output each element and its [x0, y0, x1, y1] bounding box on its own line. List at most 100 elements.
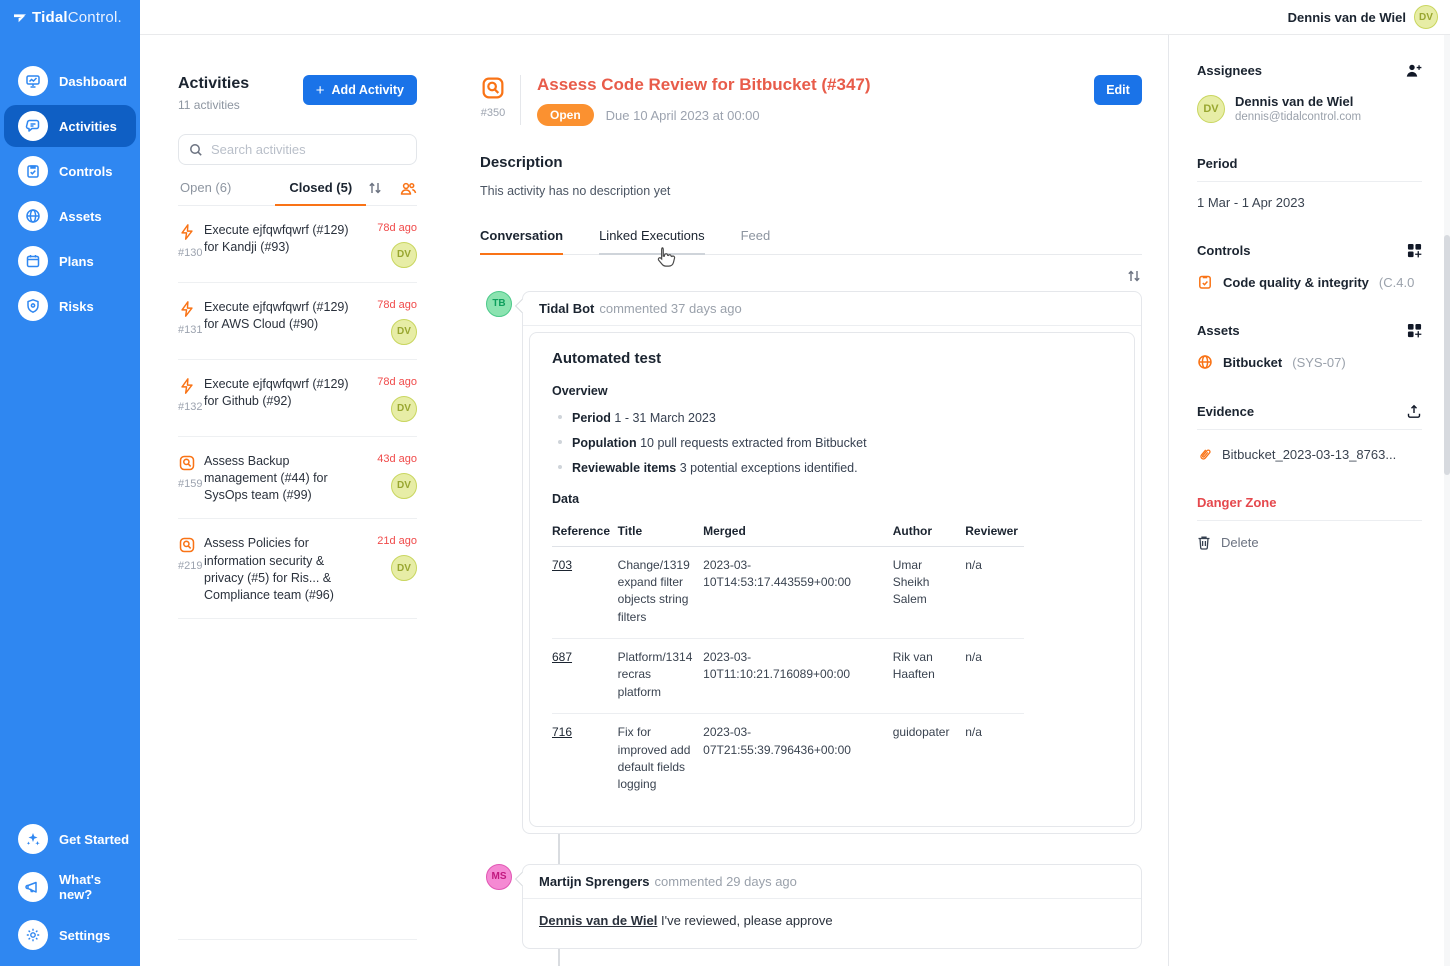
divider: [1197, 429, 1422, 430]
reference-link[interactable]: 703: [552, 558, 572, 572]
detail-title: Assess Code Review for Bitbucket (#347): [537, 75, 871, 95]
topbar-user-name: Dennis van de Wiel: [1288, 10, 1406, 25]
right-sidebar: Assignees DV Dennis van de Wiel dennis@t…: [1168, 35, 1450, 966]
add-assignee-icon[interactable]: [1405, 63, 1422, 78]
user-mention[interactable]: Dennis van de Wiel: [539, 913, 657, 928]
search-activities-input[interactable]: [211, 142, 406, 157]
upload-icon[interactable]: [1406, 403, 1422, 419]
period-heading: Period: [1197, 156, 1237, 171]
cell-title: Change/1319 expand filter objects string…: [618, 546, 703, 639]
tab-feed[interactable]: Feed: [741, 228, 771, 254]
assignees-section: Assignees DV Dennis van de Wiel dennis@t…: [1197, 63, 1422, 123]
activity-id: #131: [178, 324, 204, 336]
activity-list-item[interactable]: #159 Assess Backup management (#44) for …: [178, 437, 417, 520]
activity-id: #130: [178, 247, 204, 259]
add-activity-button[interactable]: + Add Activity: [303, 75, 417, 105]
evidence-item[interactable]: Bitbucket_2023-03-13_8763...: [1197, 446, 1422, 462]
activity-id: #219: [178, 560, 204, 572]
controls-heading: Controls: [1197, 243, 1250, 258]
activities-count: 11 activities: [178, 98, 249, 112]
sidebar-item-label: Assets: [59, 209, 102, 224]
sort-icon[interactable]: [367, 181, 383, 195]
sidebar-item-label: Risks: [59, 299, 94, 314]
activities-panel: Activities 11 activities + Add Activity: [140, 35, 452, 966]
sidebar-item-plans[interactable]: Plans: [4, 240, 136, 282]
sidebar-item-assets[interactable]: Assets: [4, 195, 136, 237]
cell-author: Umar Sheikh Salem: [893, 546, 966, 639]
sidebar-item-controls[interactable]: Controls: [4, 150, 136, 192]
tab-open[interactable]: Open (6): [178, 180, 233, 204]
asset-item[interactable]: Bitbucket (SYS-07): [1197, 354, 1422, 370]
topbar-avatar[interactable]: DV: [1414, 5, 1438, 29]
sidebar-item-settings[interactable]: Settings: [4, 914, 136, 956]
gear-icon: [18, 920, 48, 950]
clipboard-check-icon: [1197, 274, 1213, 290]
activity-avatar: DV: [391, 396, 417, 422]
assignee-filter-icon[interactable]: [399, 181, 417, 196]
brand-name: TidalControl.: [32, 9, 122, 26]
cell-reviewer: n/a: [965, 546, 1024, 639]
bolt-icon: [178, 377, 204, 395]
comment-author[interactable]: Martijn Sprengers: [539, 874, 650, 889]
scrollbar-thumb[interactable]: [1444, 235, 1450, 475]
evidence-heading: Evidence: [1197, 404, 1254, 419]
left-sidebar: TidalControl. Dashboard Activities Contr…: [0, 0, 140, 966]
activity-list-item[interactable]: #219 Assess Policies for information sec…: [178, 519, 417, 619]
cell-merged: 2023-03-10T11:10:21.716089+00:00: [703, 639, 893, 714]
cell-author: guidopater: [893, 714, 966, 806]
sidebar-item-get-started[interactable]: Get Started: [4, 818, 136, 860]
control-name: Code quality & integrity: [1223, 275, 1369, 290]
tab-closed[interactable]: Closed (5): [275, 180, 366, 206]
cell-merged: 2023-03-10T14:53:17.443559+00:00: [703, 546, 893, 639]
avatar: DV: [1197, 95, 1225, 123]
activity-list-item[interactable]: #130 Execute ejfqwfqwrf (#129) for Kandj…: [178, 206, 417, 283]
assets-heading: Assets: [1197, 323, 1240, 338]
sparkles-icon: [18, 824, 48, 854]
manage-assets-icon[interactable]: [1407, 323, 1422, 338]
activity-title: Assess Policies for information security…: [204, 535, 365, 604]
sidebar-item-label: Settings: [59, 928, 110, 943]
sort-comments-icon[interactable]: [1126, 269, 1142, 283]
cell-title: Platform/1314 recras platform: [618, 639, 703, 714]
assignee-item[interactable]: DV Dennis van de Wiel dennis@tidalcontro…: [1197, 94, 1422, 123]
reference-link[interactable]: 716: [552, 725, 572, 739]
activity-avatar: DV: [391, 319, 417, 345]
scrollbar-track[interactable]: [1444, 35, 1450, 966]
bullet-dot: [558, 440, 562, 444]
control-item[interactable]: Code quality & integrity (C.4.0: [1197, 274, 1422, 290]
cell-reviewer: n/a: [965, 714, 1024, 806]
activity-avatar: DV: [391, 242, 417, 268]
thread-connector: [558, 834, 560, 864]
delete-button[interactable]: Delete: [1197, 535, 1422, 550]
search-activities-box[interactable]: [178, 134, 417, 165]
brand-logo[interactable]: TidalControl.: [0, 0, 140, 35]
assignee-name: Dennis van de Wiel: [1235, 94, 1361, 109]
topbar: Dennis van de Wiel DV: [140, 0, 1450, 35]
sidebar-item-dashboard[interactable]: Dashboard: [4, 60, 136, 102]
assess-icon: [480, 75, 506, 101]
comment-author[interactable]: Tidal Bot: [539, 301, 594, 316]
activity-title: Execute ejfqwfqwrf (#129) for Github (#9…: [204, 376, 365, 422]
thread-connector: [558, 949, 560, 966]
tab-conversation[interactable]: Conversation: [480, 228, 563, 255]
globe-icon: [1197, 354, 1213, 370]
reference-link[interactable]: 687: [552, 650, 572, 664]
sidebar-item-risks[interactable]: Risks: [4, 285, 136, 327]
activity-age: 43d ago: [377, 453, 417, 465]
comment-text: I've reviewed, please approve: [661, 913, 833, 928]
activity-list-item[interactable]: #131 Execute ejfqwfqwrf (#129) for AWS C…: [178, 283, 417, 360]
table-row: 716 Fix for improved add default fields …: [552, 714, 1024, 806]
manage-controls-icon[interactable]: [1407, 243, 1422, 258]
overview-bullet: Reviewable items 3 potential exceptions …: [552, 461, 1112, 475]
sidebar-item-whats-new[interactable]: What's new?: [4, 866, 136, 908]
activity-list-item[interactable]: #132 Execute ejfqwfqwrf (#129) for Githu…: [178, 360, 417, 437]
bolt-icon: [178, 223, 204, 241]
activity-age: 78d ago: [377, 376, 417, 388]
avatar: TB: [486, 291, 512, 317]
description-heading: Description: [480, 154, 1142, 171]
edit-button[interactable]: Edit: [1094, 75, 1142, 105]
comment-meta: commented 37 days ago: [599, 301, 741, 316]
list-divider: [178, 939, 417, 940]
activity-age: 78d ago: [377, 299, 417, 311]
sidebar-item-activities[interactable]: Activities: [4, 105, 136, 147]
